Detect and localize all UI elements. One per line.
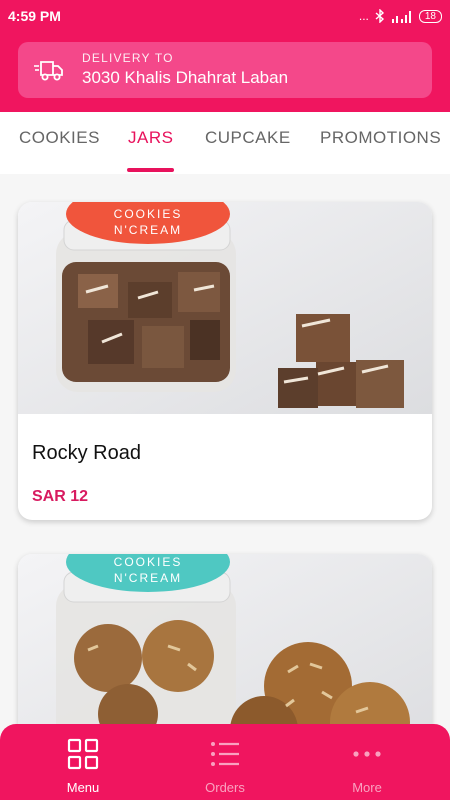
nav-more[interactable]: More xyxy=(292,724,442,800)
battery-icon: 18 xyxy=(418,9,442,23)
nav-menu[interactable]: Menu xyxy=(8,724,158,800)
product-name: Rocky Road xyxy=(32,442,141,464)
delivery-address-button[interactable]: DELIVERY TO 3030 Khalis Dhahrat Laban xyxy=(18,42,432,98)
tab-jars[interactable]: JARS xyxy=(128,128,173,148)
delivery-label: DELIVERY TO xyxy=(82,51,174,65)
tab-promotions[interactable]: PROMOTIONS xyxy=(320,128,441,148)
delivery-address: 3030 Khalis Dhahrat Laban xyxy=(82,68,289,87)
jar-lid-text-2: N'CREAM xyxy=(114,571,182,585)
product-list[interactable]: COOKIES N'CREAM Rocky Road SAR 12 COOKIE… xyxy=(0,174,450,726)
product-price: SAR 12 xyxy=(32,488,89,505)
product-card[interactable]: COOKIES N'CREAM xyxy=(18,554,432,726)
bottom-navigation: Menu Orders More xyxy=(0,724,450,800)
header: DELIVERY TO 3030 Khalis Dhahrat Laban xyxy=(0,32,450,112)
jar-lid-text-1: COOKIES xyxy=(114,207,183,221)
product-image: COOKIES N'CREAM xyxy=(18,202,432,414)
tab-cupcake[interactable]: CUPCAKE xyxy=(205,128,291,148)
notification-dots-icon: ... xyxy=(358,9,369,23)
nav-orders[interactable]: Orders xyxy=(150,724,300,800)
status-bar: 4:59 PM ... 18 xyxy=(0,0,450,32)
grid-icon xyxy=(67,738,99,770)
nav-orders-label: Orders xyxy=(205,780,245,795)
product-image: COOKIES N'CREAM xyxy=(18,554,432,726)
nav-more-label: More xyxy=(352,780,382,795)
tab-cookies[interactable]: COOKIES xyxy=(19,128,100,148)
jar-lid-text-1: COOKIES xyxy=(114,555,183,569)
nav-menu-label: Menu xyxy=(66,780,100,795)
more-icon xyxy=(353,751,381,757)
jar-lid-text-2: N'CREAM xyxy=(114,223,182,237)
bluetooth-icon xyxy=(375,9,384,23)
delivery-truck-icon xyxy=(34,61,63,81)
list-icon xyxy=(211,742,239,766)
category-tabs: COOKIES JARS CUPCAKE PROMOTIONS xyxy=(0,112,450,174)
signal-icon xyxy=(391,11,411,23)
product-card-rocky-road[interactable]: COOKIES N'CREAM Rocky Road SAR 12 xyxy=(18,202,432,520)
status-icons: ... 18 xyxy=(359,7,442,25)
active-tab-indicator xyxy=(127,168,174,172)
status-time: 4:59 PM xyxy=(8,8,61,24)
